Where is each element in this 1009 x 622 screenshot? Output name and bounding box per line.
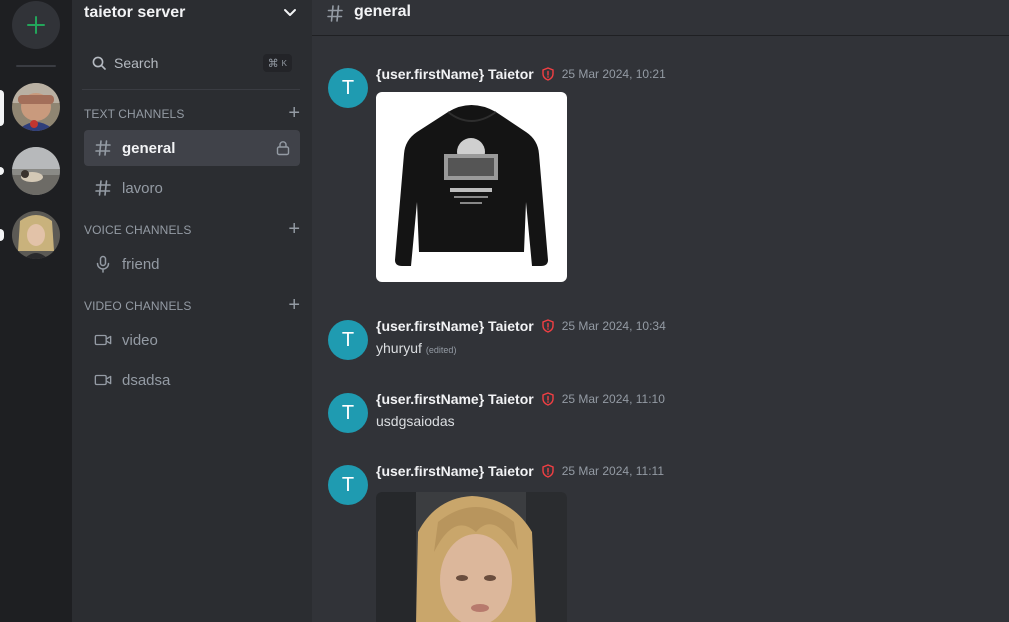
author-name[interactable]: {user.firstName} Taietor xyxy=(376,318,534,334)
edited-label: (edited) xyxy=(425,345,457,355)
hash-icon xyxy=(94,179,112,197)
channel-label: dsadsa xyxy=(122,371,171,389)
create-text-channel-button[interactable]: + xyxy=(288,103,300,123)
hoodie-image xyxy=(376,92,567,282)
channel-friend[interactable]: friend xyxy=(84,246,300,282)
shield-icon xyxy=(542,464,554,478)
category-text-channels[interactable]: TEXT CHANNELS + xyxy=(84,103,300,123)
shield-icon xyxy=(542,67,554,81)
image-attachment[interactable] xyxy=(376,92,567,282)
avatar[interactable]: T xyxy=(328,393,368,433)
avatar[interactable]: T xyxy=(328,465,368,505)
search-button[interactable]: Search ⌘ K xyxy=(82,46,300,80)
message-header: {user.firstName} Taietor 25 Mar 2024, 10… xyxy=(376,318,666,334)
category-label: TEXT CHANNELS xyxy=(84,107,185,121)
category-label: VIDEO CHANNELS xyxy=(84,299,192,313)
server-icon-2[interactable] xyxy=(12,147,60,195)
server-avatar-image xyxy=(12,147,60,195)
hash-icon xyxy=(94,139,112,157)
search-shortcut-badge: ⌘ K xyxy=(262,54,292,72)
channel-label: lavoro xyxy=(122,179,163,197)
category-video-channels[interactable]: VIDEO CHANNELS + xyxy=(84,295,300,315)
author-name[interactable]: {user.firstName} Taietor xyxy=(376,66,534,82)
server-selected-indicator xyxy=(0,90,4,126)
category-voice-channels[interactable]: VOICE CHANNELS + xyxy=(84,219,300,239)
channel-video[interactable]: video xyxy=(84,322,300,358)
rail-separator xyxy=(16,65,56,67)
discord-app: taietor server Search ⌘ K TEXT CHANNELS … xyxy=(0,0,1009,622)
add-server-button[interactable] xyxy=(12,1,60,49)
timestamp: 25 Mar 2024, 11:10 xyxy=(561,392,665,406)
message-header: {user.firstName} Taietor 25 Mar 2024, 11… xyxy=(376,463,664,479)
server-name: taietor server xyxy=(84,4,186,21)
message-header: {user.firstName} Taietor 25 Mar 2024, 11… xyxy=(376,391,665,407)
plus-icon xyxy=(27,16,45,34)
create-video-channel-button[interactable]: + xyxy=(288,295,300,315)
server-icon-1[interactable] xyxy=(12,83,60,131)
avatar[interactable]: T xyxy=(328,68,368,108)
chevron-down-icon xyxy=(284,9,296,16)
portrait-image xyxy=(376,492,567,622)
channel-lavoro[interactable]: lavoro xyxy=(84,170,300,206)
sidebar-separator xyxy=(82,89,300,90)
video-camera-icon xyxy=(94,371,112,389)
message-header: {user.firstName} Taietor 25 Mar 2024, 10… xyxy=(376,66,666,82)
message-text: usdgsaiodas xyxy=(376,413,455,429)
timestamp: 25 Mar 2024, 10:34 xyxy=(561,319,666,333)
search-label: Search xyxy=(114,55,159,71)
timestamp: 25 Mar 2024, 10:21 xyxy=(561,67,666,81)
search-icon xyxy=(92,56,106,70)
channel-dsadsa[interactable]: dsadsa xyxy=(84,362,300,398)
image-attachment[interactable] xyxy=(376,492,567,622)
author-name[interactable]: {user.firstName} Taietor xyxy=(376,391,534,407)
message-text: yhuryuf xyxy=(376,340,422,356)
avatar[interactable]: T xyxy=(328,320,368,360)
microphone-icon xyxy=(94,255,112,273)
shield-icon xyxy=(542,392,554,406)
server-icon-3[interactable] xyxy=(12,211,60,259)
shortcut-key: K xyxy=(281,58,287,68)
hash-icon xyxy=(327,5,343,22)
video-camera-icon xyxy=(94,331,112,349)
server-header[interactable]: taietor server xyxy=(72,0,312,26)
channel-label: general xyxy=(122,139,176,157)
author-name[interactable]: {user.firstName} Taietor xyxy=(376,463,534,479)
channel-topbar: general xyxy=(312,0,1009,36)
command-key-icon: ⌘ xyxy=(267,57,279,70)
channel-title: general xyxy=(354,3,411,20)
server-avatar-image xyxy=(12,83,60,131)
channel-label: friend xyxy=(122,255,160,273)
server-avatar-image xyxy=(12,211,60,259)
lock-icon xyxy=(276,141,290,156)
channel-label: video xyxy=(122,331,158,349)
category-label: VOICE CHANNELS xyxy=(84,223,192,237)
server-rail xyxy=(0,0,72,622)
channel-sidebar: taietor server Search ⌘ K TEXT CHANNELS … xyxy=(72,0,312,622)
shield-icon xyxy=(542,319,554,333)
create-voice-channel-button[interactable]: + xyxy=(288,219,300,239)
channel-general[interactable]: general xyxy=(84,130,300,166)
chat-area: general T {user.firstName} Taietor 25 Ma… xyxy=(312,0,1009,622)
server-unread-indicator xyxy=(0,167,4,175)
timestamp: 25 Mar 2024, 11:11 xyxy=(561,464,664,478)
server-unread-indicator xyxy=(0,229,4,241)
message-content: yhuryuf (edited) xyxy=(376,340,456,356)
